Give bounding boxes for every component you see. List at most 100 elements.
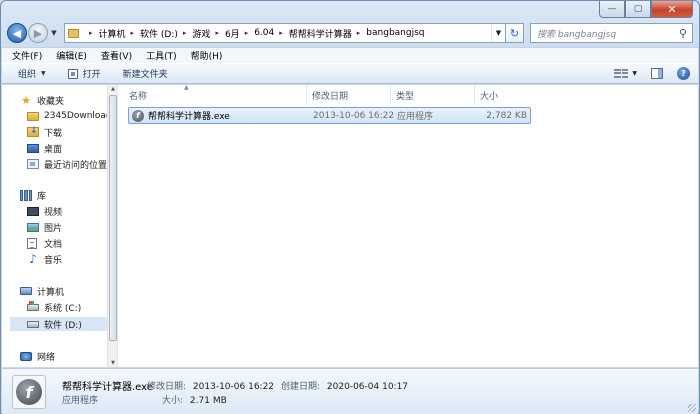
sidebar-network[interactable]: 网络 xyxy=(20,349,107,363)
menu-edit[interactable]: 编辑(E) xyxy=(56,49,87,62)
open-label: 打开 xyxy=(82,70,101,80)
chevron-right-icon[interactable]: ▸ xyxy=(215,29,219,37)
breadcrumb-calculator[interactable]: 帮帮科学计算器 ▸ xyxy=(289,27,367,40)
sidebar-item-label: 视频 xyxy=(44,207,63,218)
breadcrumb-june[interactable]: 6月 ▸ xyxy=(225,27,254,40)
back-button[interactable]: ◀ xyxy=(7,23,27,43)
breadcrumb-label[interactable]: 计算机 xyxy=(99,27,126,40)
sidebar-item-music[interactable]: ♪ 音乐 xyxy=(27,252,114,266)
sidebar-item-pictures[interactable]: 图片 xyxy=(27,220,114,234)
organize-button[interactable]: 组织 ▼ xyxy=(18,67,46,80)
breadcrumb-label[interactable]: 6月 xyxy=(225,27,240,40)
sidebar-libraries[interactable]: 库 xyxy=(20,188,107,202)
column-header-modified[interactable]: 修改日期 xyxy=(307,85,391,105)
column-header-size[interactable]: 大小 xyxy=(475,85,533,105)
drive-icon xyxy=(27,320,39,328)
breadcrumb-label[interactable]: 游戏 xyxy=(192,27,210,40)
breadcrumb-drive-d[interactable]: 软件 (D:) ▸ xyxy=(140,27,192,40)
view-options-dropdown[interactable]: ▼ xyxy=(632,70,637,77)
sidebar-item-label: 系统 (C:) xyxy=(44,303,82,314)
address-bar[interactable]: ▸ 计算机 ▸ 软件 (D:) ▸ 游戏 ▸ 6月 ▸ 6.04 ▸ 帮帮科学计算器 ▸ b… xyxy=(64,23,524,43)
caption-buttons: — ▢ ✕ xyxy=(599,1,693,18)
column-headers: 名称 ▲ 修改日期 类型 大小 xyxy=(124,84,533,105)
chevron-right-icon[interactable]: ▸ xyxy=(89,29,93,37)
search-placeholder[interactable]: 搜索 bangbangjsq xyxy=(537,27,674,40)
sidebar-item-drive-c[interactable]: 系统 (C:) xyxy=(27,300,114,314)
sidebar-computer[interactable]: 计算机 xyxy=(20,284,107,298)
chevron-right-icon[interactable]: ▸ xyxy=(279,29,283,37)
navigation-pane: ★ 收藏夹 2345Downloads 下载 桌面 最近访问的位置 库 xyxy=(2,85,118,367)
picture-icon xyxy=(27,222,39,232)
menu-tools[interactable]: 工具(T) xyxy=(146,49,177,62)
breadcrumb-label[interactable]: 6.04 xyxy=(254,28,274,38)
scroll-up-icon[interactable]: ▲ xyxy=(108,86,118,92)
preview-pane-icon[interactable] xyxy=(651,68,663,79)
change-view-icon[interactable] xyxy=(614,68,629,79)
menu-view[interactable]: 查看(V) xyxy=(101,49,132,62)
video-icon xyxy=(27,206,39,216)
details-created: 创建日期: 2020-06-04 10:17 xyxy=(281,379,408,392)
forward-button[interactable]: ▶ xyxy=(28,23,48,43)
chevron-right-icon[interactable]: ▸ xyxy=(131,29,135,37)
sidebar-item-label: 下载 xyxy=(44,128,63,139)
column-header-name[interactable]: 名称 ▲ xyxy=(124,84,307,105)
file-list-pane: 名称 ▲ 修改日期 类型 大小 f 帮帮科学计算器.exe 2013-10-06… xyxy=(119,84,698,367)
scrollbar-thumb[interactable] xyxy=(109,95,117,341)
breadcrumb-label[interactable]: bangbangjsq xyxy=(366,28,424,38)
library-icon xyxy=(20,189,32,201)
computer-icon xyxy=(20,287,32,295)
scroll-down-icon[interactable]: ▼ xyxy=(108,360,118,366)
navigation-row: ◀ ▶ ▼ ▸ 计算机 ▸ 软件 (D:) ▸ 游戏 ▸ 6月 ▸ 6.04 ▸ 帮帮科学… xyxy=(7,22,693,44)
column-header-label: 大小 xyxy=(480,91,499,102)
maximize-button[interactable]: ▢ xyxy=(625,1,651,18)
breadcrumb-label[interactable]: 软件 (D:) xyxy=(140,27,178,40)
minimize-button[interactable]: — xyxy=(599,1,625,18)
file-row[interactable]: f 帮帮科学计算器.exe 2013-10-06 16:22 应用程序 2,78… xyxy=(128,107,531,124)
column-header-type[interactable]: 类型 xyxy=(391,85,475,105)
desktop-icon xyxy=(27,143,39,153)
breadcrumb-computer[interactable]: 计算机 ▸ xyxy=(99,27,141,40)
breadcrumb-current[interactable]: bangbangjsq xyxy=(366,28,424,38)
details-size: 大小: 2.71 MB xyxy=(162,393,227,406)
breadcrumb-label[interactable]: 帮帮科学计算器 xyxy=(289,27,352,40)
menu-file[interactable]: 文件(F) xyxy=(12,49,42,62)
help-icon[interactable]: ? xyxy=(677,67,690,80)
close-button[interactable]: ✕ xyxy=(651,1,693,18)
sidebar-item-label: 图片 xyxy=(44,223,63,234)
sidebar-item-documents[interactable]: 文档 xyxy=(27,236,114,250)
breadcrumb-games[interactable]: 游戏 ▸ xyxy=(192,27,225,40)
sidebar-item-desktop[interactable]: 桌面 xyxy=(27,141,114,155)
chevron-right-icon[interactable]: ▸ xyxy=(245,29,249,37)
refresh-icon[interactable]: ↻ xyxy=(505,24,523,42)
details-modified: 修改日期: 2013-10-06 16:22 xyxy=(147,379,274,392)
address-history-dropdown[interactable]: ▼ xyxy=(491,24,505,42)
app-icon: f xyxy=(12,375,46,409)
sidebar-item-2345downloads[interactable]: 2345Downloads xyxy=(27,109,114,123)
menu-bar: 文件(F) 编辑(E) 查看(V) 工具(T) 帮助(H) xyxy=(2,47,698,63)
chevron-right-icon[interactable]: ▸ xyxy=(357,29,361,37)
menu-help[interactable]: 帮助(H) xyxy=(191,49,223,62)
details-size-label: 大小: xyxy=(162,396,184,406)
chevron-right-icon[interactable]: ▸ xyxy=(183,29,187,37)
app-icon: f xyxy=(132,109,144,122)
resize-grip[interactable] xyxy=(688,404,696,412)
open-icon xyxy=(67,68,78,79)
sidebar-item-drive-d[interactable]: 软件 (D:) xyxy=(10,317,107,331)
sidebar-favorites[interactable]: ★ 收藏夹 xyxy=(20,93,107,107)
document-icon xyxy=(27,237,37,249)
sidebar-item-recent[interactable]: 最近访问的位置 xyxy=(27,157,114,171)
sidebar-item-downloads[interactable]: 下载 xyxy=(27,125,114,139)
sort-ascending-icon: ▲ xyxy=(184,84,189,91)
recent-pages-dropdown[interactable]: ▼ xyxy=(48,29,60,37)
breadcrumb-604[interactable]: 6.04 ▸ xyxy=(254,28,289,38)
new-folder-button[interactable]: 新建文件夹 xyxy=(123,67,168,80)
search-icon[interactable]: ⚲ xyxy=(674,27,692,40)
search-input[interactable]: 搜索 bangbangjsq ⚲ xyxy=(530,23,693,43)
open-button[interactable]: 打开 xyxy=(67,67,101,80)
command-bar: 组织 ▼ 打开 新建文件夹 ▼ ? xyxy=(2,63,698,84)
column-header-label: 修改日期 xyxy=(312,91,349,102)
sidebar-item-videos[interactable]: 视频 xyxy=(27,204,114,218)
file-name: 帮帮科学计算器.exe xyxy=(148,112,230,122)
organize-label: 组织 xyxy=(18,70,37,80)
sidebar-scrollbar[interactable]: ▲ ▼ xyxy=(107,85,117,367)
